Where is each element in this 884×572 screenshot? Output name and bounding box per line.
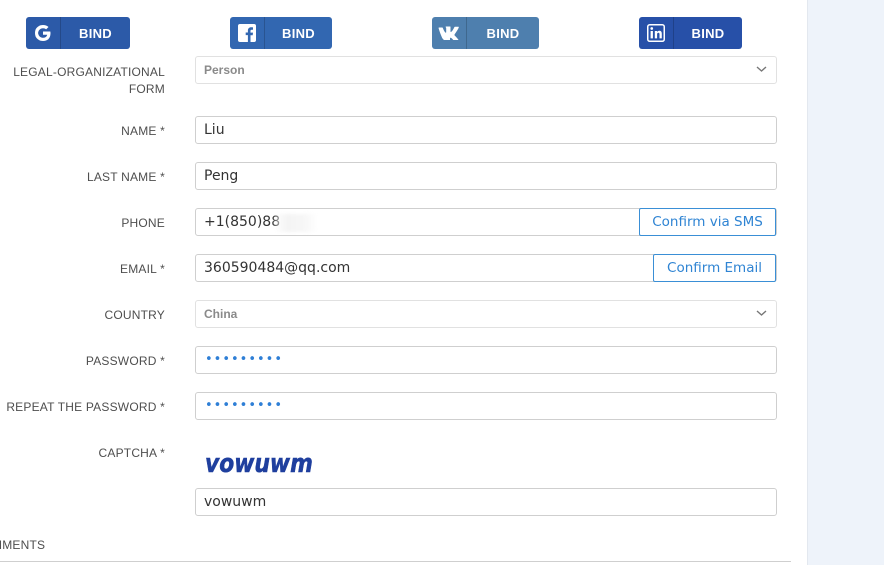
password-dots: ••••••••• <box>205 352 284 367</box>
legal-form-label: LEGAL-ORGANIZATIONAL FORM <box>13 64 165 98</box>
name-label: NAME * <box>121 124 165 138</box>
legal-form-select[interactable]: Person <box>195 56 777 84</box>
captcha-image-text: vowuwm <box>205 449 313 479</box>
country-label: COUNTRY <box>104 308 165 322</box>
chevron-down-icon <box>756 66 767 72</box>
captcha-image: vowuwm <box>205 448 313 479</box>
name-input[interactable]: Liu <box>195 116 777 144</box>
captcha-label: CAPTCHA * <box>98 446 165 460</box>
email-label: EMAIL * <box>120 262 165 276</box>
last-name-input[interactable]: Peng <box>195 162 777 190</box>
repeat-password-dots: ••••••••• <box>205 398 284 413</box>
phone-redaction-blur <box>274 214 318 232</box>
legal-form-value: Person <box>204 63 245 77</box>
confirm-email-button[interactable]: Confirm Email <box>653 254 776 282</box>
legal-form-label-line2: FORM <box>128 82 165 96</box>
comments-textarea[interactable] <box>0 561 791 572</box>
country-select[interactable]: China <box>195 300 777 328</box>
facebook-icon <box>230 17 265 49</box>
linkedin-bind-label: BIND <box>691 25 725 41</box>
last-name-value: Peng <box>204 168 239 184</box>
chevron-down-icon <box>756 310 767 316</box>
last-name-label: LAST NAME * <box>86 170 165 184</box>
google-bind-label: BIND <box>79 25 112 41</box>
vk-bind-label: BIND <box>486 25 520 41</box>
google-icon <box>26 17 61 49</box>
linkedin-bind-button[interactable]: BIND <box>639 17 742 49</box>
comments-label: MMENTS <box>0 538 46 552</box>
email-value: 360590484@qq.com <box>204 260 351 276</box>
vk-bind-button[interactable]: BIND <box>432 17 539 49</box>
name-value: Liu <box>204 122 225 138</box>
facebook-bind-button[interactable]: BIND <box>230 17 332 49</box>
email-input[interactable]: 360590484@qq.com Confirm Email <box>195 254 777 282</box>
google-bind-button[interactable]: BIND <box>26 17 130 49</box>
linkedin-icon <box>639 17 674 49</box>
country-value: China <box>204 307 238 321</box>
phone-input[interactable]: +1(850)88 Confirm via SMS <box>195 208 777 236</box>
password-label: PASSWORD * <box>85 354 165 368</box>
facebook-bind-label: BIND <box>282 25 315 41</box>
captcha-value: vowuwm <box>204 494 267 510</box>
right-side-panel <box>807 0 884 565</box>
repeat-password-input[interactable]: ••••••••• <box>195 392 777 420</box>
repeat-password-label: REPEAT THE PASSWORD * <box>6 400 165 414</box>
confirm-sms-button[interactable]: Confirm via SMS <box>639 208 776 236</box>
phone-value: +1(850)88 <box>204 214 281 230</box>
phone-label: PHONE <box>121 216 165 230</box>
captcha-input[interactable]: vowuwm <box>195 488 777 516</box>
password-input[interactable]: ••••••••• <box>195 346 777 374</box>
legal-form-label-line1: LEGAL-ORGANIZATIONAL <box>13 65 165 79</box>
vk-icon <box>432 17 467 49</box>
